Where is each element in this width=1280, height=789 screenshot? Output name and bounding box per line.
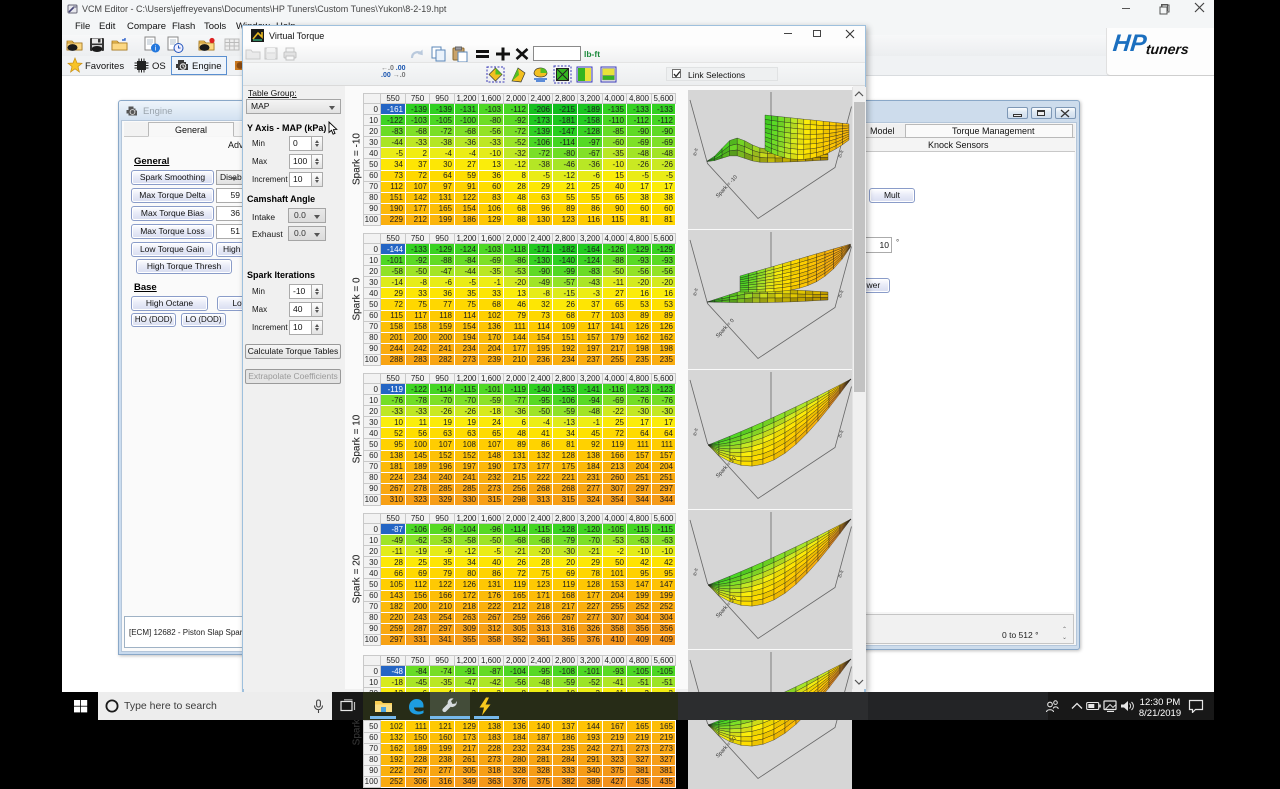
svg-text:12:30 PM: 12:30 PM	[1140, 697, 1181, 708]
svg-text:8/21/2019: 8/21/2019	[1139, 708, 1181, 719]
